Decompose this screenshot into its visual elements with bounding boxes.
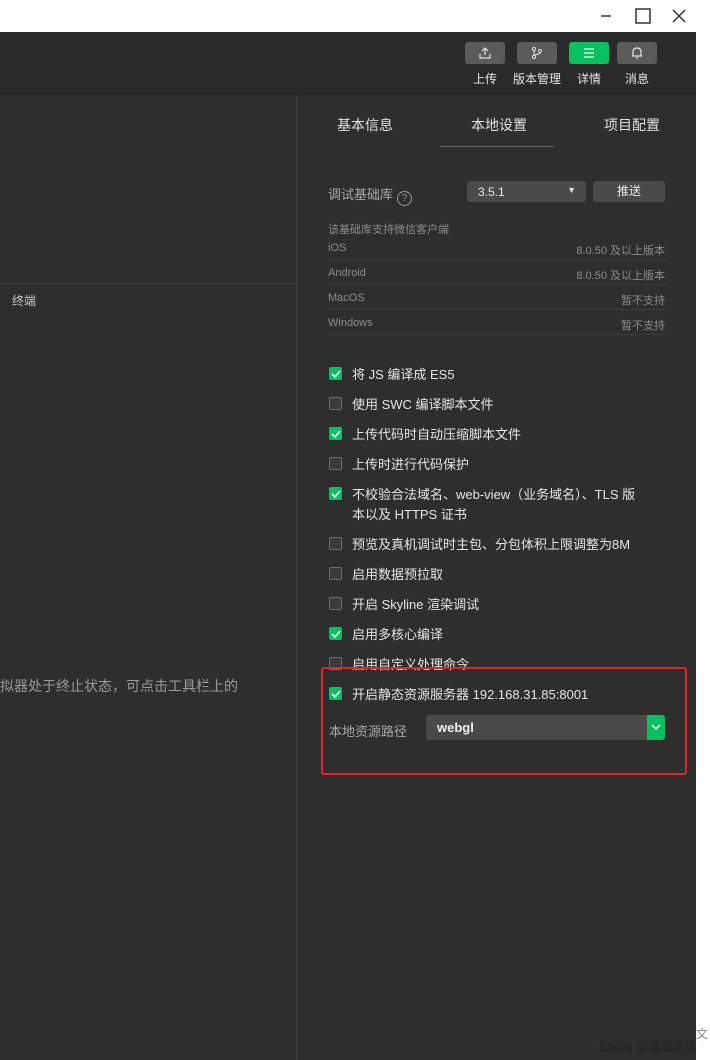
- devtools-window: 上传 版本管理 详情 消息 终端 拟器处于终止状态，可点击工具栏上的 基本信息: [0, 0, 696, 1060]
- option-label: 不校验合法域名、web-view（业务域名）、TLS 版本以及 HTTPS 证书: [352, 487, 636, 522]
- option-prefetch[interactable]: 启用数据预拉取: [329, 565, 652, 585]
- option-label: 上传时进行代码保护: [352, 457, 470, 472]
- caret-down-icon: ▼: [567, 185, 576, 195]
- option-swc[interactable]: 使用 SWC 编译脚本文件: [329, 395, 652, 415]
- checkbox-checked[interactable]: [329, 627, 342, 640]
- checkbox-unchecked[interactable]: [329, 567, 342, 580]
- compat-status: 8.0.50 及以上版本: [576, 270, 665, 282]
- checkbox-checked[interactable]: [329, 487, 342, 500]
- debug-lib-label-text: 调试基础库: [328, 187, 394, 202]
- tab-basic-info[interactable]: 基本信息: [337, 115, 393, 135]
- option-multicore[interactable]: 启用多核心编译: [329, 625, 652, 645]
- terminal-tab[interactable]: 终端: [12, 292, 36, 309]
- minimize-icon[interactable]: [594, 4, 618, 28]
- compat-status: 8.0.50 及以上版本: [576, 245, 665, 257]
- details-panel: 基本信息 本地设置 项目配置 调试基础库? 3.5.1 ▼ 推送 该基础库支持微…: [297, 95, 696, 1060]
- title-bar: [0, 0, 696, 32]
- details-label: 详情: [576, 72, 601, 86]
- option-label: 预览及真机调试时主包、分包体积上限调整为8M: [352, 537, 631, 552]
- option-label: 使用 SWC 编译脚本文件: [352, 397, 494, 412]
- checkbox-checked[interactable]: [329, 367, 342, 380]
- checkbox-checked[interactable]: [329, 427, 342, 440]
- option-minify[interactable]: 上传代码时自动压缩脚本文件: [329, 425, 652, 445]
- option-skyline-debug[interactable]: 开启 Skyline 渲染调试: [329, 595, 652, 615]
- messages-button[interactable]: 消息: [615, 42, 659, 87]
- compat-status: 暂不支持: [621, 320, 665, 332]
- compat-os: Android: [328, 267, 366, 279]
- messages-label: 消息: [624, 72, 649, 86]
- option-skip-domain-check[interactable]: 不校验合法域名、web-view（业务域名）、TLS 版本以及 HTTPS 证书: [329, 485, 644, 525]
- compat-row: Windows 暂不支持: [328, 310, 665, 335]
- details-button[interactable]: 详情: [567, 42, 611, 87]
- toolbar: 上传 版本管理 详情 消息: [0, 32, 696, 95]
- details-tabs: 基本信息 本地设置 项目配置: [297, 95, 696, 147]
- debug-lib-version: 3.5.1: [478, 185, 505, 199]
- checkbox-unchecked[interactable]: [329, 397, 342, 410]
- compat-os: iOS: [328, 242, 347, 254]
- option-label: 启用多核心编译: [352, 627, 444, 642]
- csdn-watermark: CSDN @清酒词话: [599, 1040, 697, 1054]
- simulator-stopped-message: 拟器处于终止状态，可点击工具栏上的: [0, 678, 238, 694]
- compat-row: MacOS 暂不支持: [328, 285, 665, 310]
- maximize-icon[interactable]: [631, 4, 655, 28]
- highlight-annotation-box: [321, 667, 687, 775]
- upload-label: 上传: [472, 72, 497, 86]
- debug-lib-version-select[interactable]: 3.5.1 ▼: [467, 181, 586, 202]
- bell-icon: [617, 42, 657, 64]
- pane-divider: [0, 283, 296, 284]
- push-button[interactable]: 推送: [593, 181, 665, 202]
- help-icon[interactable]: ?: [397, 191, 413, 206]
- option-label: 上传代码时自动压缩脚本文件: [352, 427, 522, 442]
- option-label: 启用数据预拉取: [352, 567, 444, 582]
- compat-status: 暂不支持: [621, 295, 665, 307]
- active-tab-indicator: [440, 146, 554, 147]
- upload-button[interactable]: 上传: [463, 42, 507, 87]
- checkbox-unchecked[interactable]: [329, 597, 342, 610]
- compat-os: MacOS: [328, 292, 365, 304]
- version-management-label: 版本管理: [512, 72, 561, 86]
- close-icon[interactable]: [667, 4, 691, 28]
- tab-project-config[interactable]: 项目配置: [604, 115, 660, 135]
- menu-icon: [569, 42, 609, 64]
- option-label: 开启 Skyline 渲染调试: [352, 597, 480, 612]
- option-8m-limit[interactable]: 预览及真机调试时主包、分包体积上限调整为8M: [329, 535, 652, 555]
- compat-row: iOS 8.0.50 及以上版本: [328, 235, 665, 260]
- option-label: 将 JS 编译成 ES5: [352, 367, 455, 382]
- simulator-pane: [0, 95, 296, 1060]
- checkbox-unchecked[interactable]: [329, 537, 342, 550]
- compat-row: Android 8.0.50 及以上版本: [328, 260, 665, 285]
- compat-os: Windows: [328, 317, 373, 329]
- tab-local-settings[interactable]: 本地设置: [471, 115, 527, 135]
- checkbox-unchecked[interactable]: [329, 457, 342, 470]
- version-management-button[interactable]: 版本管理: [513, 42, 561, 87]
- upload-icon: [465, 42, 505, 64]
- branch-icon: [517, 42, 557, 64]
- option-es5[interactable]: 将 JS 编译成 ES5: [329, 365, 652, 385]
- debug-lib-label: 调试基础库?: [328, 184, 413, 206]
- option-protect[interactable]: 上传时进行代码保护: [329, 455, 652, 475]
